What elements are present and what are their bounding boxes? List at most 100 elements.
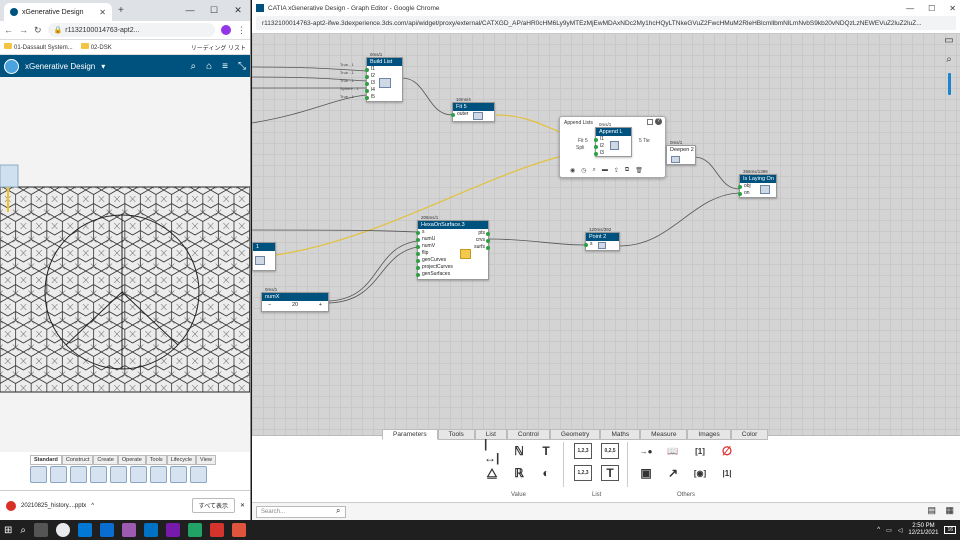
input-port[interactable]: flip: [416, 250, 488, 257]
tab-close-icon[interactable]: ✕: [99, 8, 106, 17]
folder-icon[interactable]: ▬: [602, 167, 608, 174]
recorder-icon[interactable]: [210, 523, 224, 537]
search-icon[interactable]: ⌕: [336, 506, 340, 516]
zoom-icon[interactable]: ⌕: [593, 167, 596, 174]
output-port[interactable]: surfs: [474, 244, 490, 251]
object-icon[interactable]: [◉]: [692, 465, 708, 481]
collapse-icon[interactable]: ⤡: [238, 61, 246, 72]
node-deepen[interactable]: 0ms/1 Deepen 2: [666, 140, 696, 165]
index-icon[interactable]: [1]: [692, 443, 708, 459]
bookmark-item[interactable]: 01-Dassault System...: [4, 43, 73, 51]
palette-tab-color[interactable]: Color: [730, 429, 769, 440]
minimize-icon[interactable]: —: [178, 5, 202, 16]
app-menu-chevron-icon[interactable]: ▾: [101, 62, 105, 71]
search-icon[interactable]: ⌕: [191, 61, 197, 72]
palette-tab-geometry[interactable]: Geometry: [549, 429, 601, 440]
eye-icon[interactable]: ◉: [570, 167, 575, 174]
copy-icon[interactable]: [110, 466, 127, 483]
input-port[interactable]: l3: [594, 150, 631, 157]
toolbar-tab[interactable]: Standard: [30, 455, 62, 465]
output-port[interactable]: pts: [478, 230, 490, 237]
range-list-icon[interactable]: 0,2,5: [601, 443, 619, 459]
clock[interactable]: 2:50 PM 12/21/2021: [908, 523, 938, 537]
output-port[interactable]: crvs: [476, 237, 491, 244]
length-param-icon[interactable]: |↔|: [484, 437, 500, 465]
map-icon[interactable]: ▭: [944, 35, 953, 46]
toolbar-tab[interactable]: Lifecycle: [166, 455, 197, 465]
palette-tab-tools[interactable]: Tools: [437, 429, 475, 440]
toolbar-tab[interactable]: Construct: [61, 455, 94, 465]
text-param-icon[interactable]: T: [538, 443, 554, 459]
input-port[interactable]: l1: [365, 66, 402, 73]
back-icon[interactable]: ←: [4, 25, 13, 35]
node-append-lists[interactable]: 0ms/1 Append L l1 l2 l3: [594, 122, 632, 157]
graph-icon[interactable]: [170, 466, 187, 483]
numx-value[interactable]: 20: [292, 302, 298, 308]
home-icon[interactable]: [30, 466, 47, 483]
profile-avatar[interactable]: [221, 25, 231, 35]
node-left-stub[interactable]: 1: [252, 242, 276, 271]
real-param-icon[interactable]: ℝ: [511, 465, 527, 481]
teams-icon[interactable]: [122, 523, 136, 537]
close-window-icon[interactable]: ✕: [226, 5, 250, 16]
null-icon[interactable]: ∅: [719, 443, 735, 459]
toolbar-tab[interactable]: Create: [93, 455, 118, 465]
bookmark-item[interactable]: 02-DSK: [80, 43, 112, 51]
comment-icon[interactable]: ▤: [927, 505, 936, 516]
undo-icon[interactable]: [130, 466, 147, 483]
input-port[interactable]: projectCurves: [416, 264, 488, 271]
decrement-button[interactable]: −: [268, 302, 271, 308]
more-menu-icon[interactable]: ⋮: [237, 25, 246, 36]
zoom-icon[interactable]: ⌕: [946, 54, 952, 65]
properties-icon[interactable]: [90, 466, 107, 483]
hamburger-menu-icon[interactable]: ≡: [222, 61, 228, 72]
outlook-icon[interactable]: [144, 523, 158, 537]
save-icon[interactable]: [70, 466, 87, 483]
help-icon[interactable]: ?: [655, 118, 662, 125]
windows-start-icon[interactable]: ⊞: [4, 525, 12, 536]
book-icon[interactable]: 📖: [665, 443, 681, 459]
minimize-icon[interactable]: —: [906, 4, 914, 13]
angle-param-icon[interactable]: ⧋: [484, 465, 500, 481]
skype-icon[interactable]: [78, 523, 92, 537]
task-view-icon[interactable]: [34, 523, 48, 537]
group-icon[interactable]: ⧉: [625, 167, 629, 174]
input-port[interactable]: on: [738, 190, 776, 197]
maximize-icon[interactable]: ☐: [202, 5, 226, 16]
volume-icon[interactable]: ◁: [898, 527, 903, 534]
right-url-field[interactable]: r1132100014763-apt2-ifwe.3dexperience.3d…: [256, 16, 956, 30]
show-all-button[interactable]: すべて表示: [191, 498, 235, 513]
value-box-icon[interactable]: |1|: [719, 465, 735, 481]
redo-icon[interactable]: [150, 466, 167, 483]
maximize-icon[interactable]: ☐: [928, 4, 935, 13]
settings-icon[interactable]: [50, 466, 67, 483]
number-list-icon[interactable]: 1,2,3: [574, 443, 592, 459]
close-window-icon[interactable]: ✕: [949, 4, 956, 13]
reload-icon[interactable]: ↻: [34, 25, 42, 36]
notification-badge[interactable]: 16: [944, 526, 956, 534]
toolbar-tab[interactable]: View: [196, 455, 216, 465]
node-is-laying-on[interactable]: 356ms/1396 Is Laying On obj on: [738, 169, 777, 198]
tag-icon[interactable]: ⌂: [206, 61, 212, 72]
input-port[interactable]: genSurfaces: [416, 271, 488, 278]
node-hexa-on-surface[interactable]: 206ms/1 HexaOnSurface.3 s numU numV flip…: [416, 215, 491, 280]
toolbar-tab[interactable]: Operate: [117, 455, 146, 465]
series-list-icon[interactable]: 1,2,3: [574, 465, 592, 481]
panel-checkbox[interactable]: [647, 119, 653, 125]
palette-tab-maths[interactable]: Maths: [600, 429, 641, 440]
compass-logo-icon[interactable]: [4, 58, 19, 74]
input-port[interactable]: l5: [365, 94, 402, 101]
download-close-icon[interactable]: ✕: [240, 502, 245, 509]
vector-icon[interactable]: ↗: [665, 465, 681, 481]
search-icon[interactable]: ⌕: [20, 525, 26, 536]
chrome-icon[interactable]: [56, 523, 70, 537]
tray-chevron-icon[interactable]: ^: [877, 527, 880, 533]
input-port[interactable]: genCurves: [416, 257, 488, 264]
clock-icon[interactable]: ◷: [581, 167, 586, 174]
toolbar-tab[interactable]: Tools: [145, 455, 167, 465]
network-icon[interactable]: ▭: [886, 527, 892, 534]
new-tab-icon[interactable]: +: [118, 5, 124, 16]
onenote-icon[interactable]: [166, 523, 180, 537]
image-icon[interactable]: ▣: [638, 465, 654, 481]
input-pointer-icon[interactable]: →●: [638, 443, 654, 459]
